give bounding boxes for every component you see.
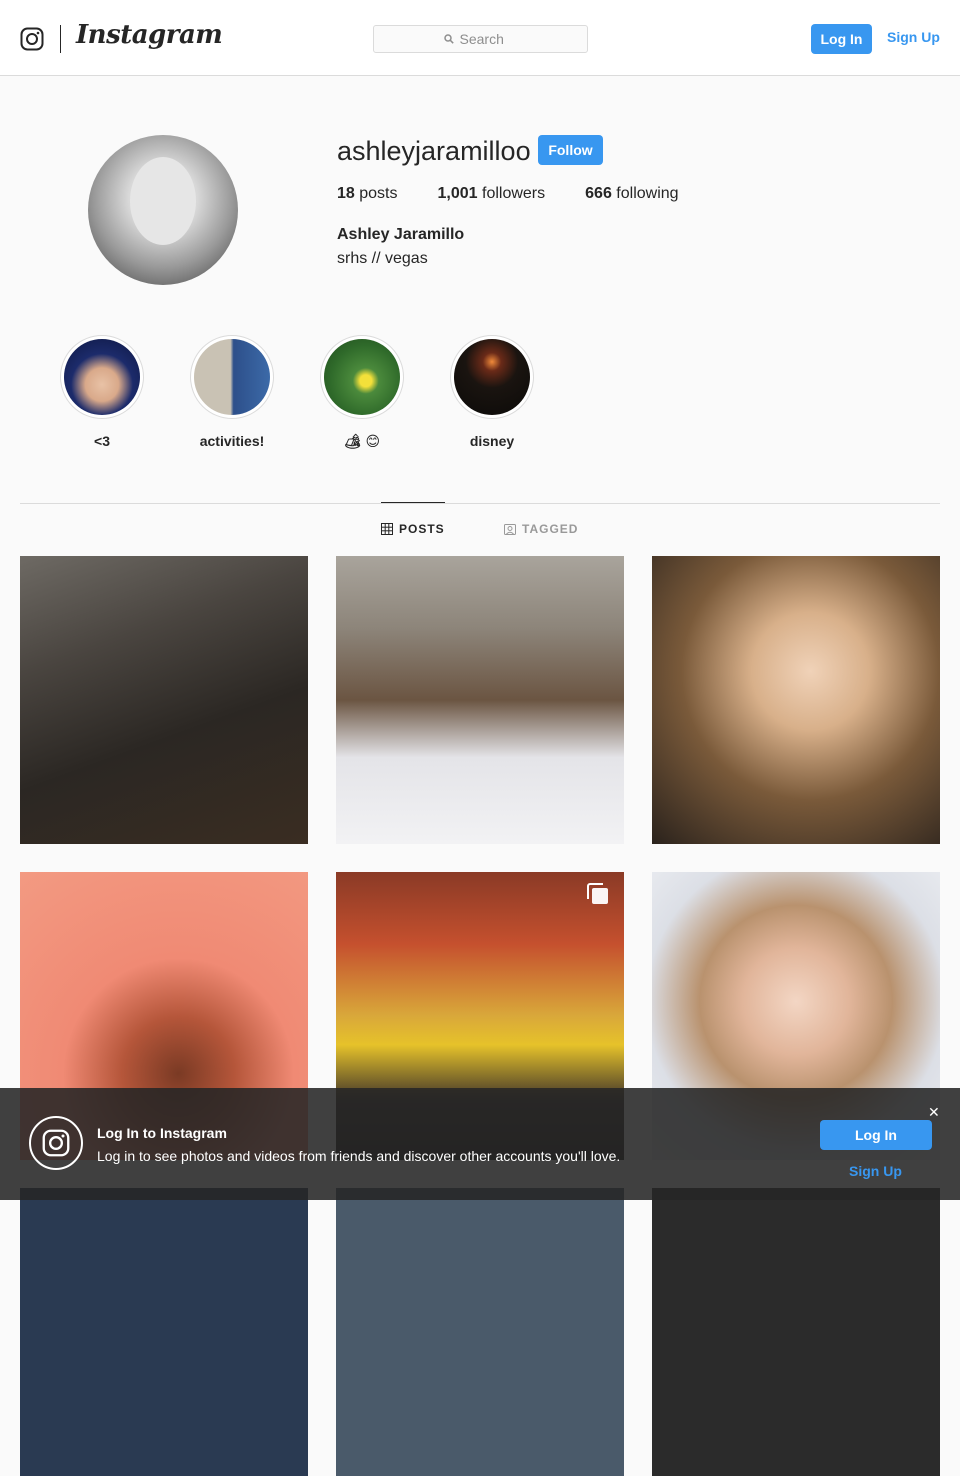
follow-button[interactable]: Follow (538, 135, 603, 165)
following-label: following (616, 185, 679, 202)
highlight-cover (454, 339, 530, 415)
instagram-wordmark[interactable]: Instagram (76, 20, 223, 50)
highlight-cover (324, 339, 400, 415)
tab-tagged-label: TAGGED (522, 522, 579, 536)
search-icon (443, 34, 454, 44)
profile-avatar[interactable] (88, 135, 238, 285)
highlight-label: activities! (199, 433, 265, 449)
posts-label: posts (359, 185, 398, 202)
highlight-ring (190, 335, 274, 419)
profile-username: ashleyjaramilloo (337, 136, 531, 166)
highlight-ring (320, 335, 404, 419)
highlight-cover (64, 339, 140, 415)
active-tab-indicator (381, 502, 445, 503)
close-icon[interactable]: ✕ (928, 1104, 940, 1121)
tab-posts[interactable]: POSTS (381, 522, 445, 536)
instagram-camera-icon (42, 1129, 70, 1157)
following-count: 666 (585, 185, 612, 202)
post-thumbnail[interactable] (652, 1188, 940, 1476)
highlight-ring (450, 335, 534, 419)
highlight-label: 🏕 😊 (343, 433, 381, 449)
highlight-cover (194, 339, 270, 415)
story-highlight[interactable]: activities! (188, 335, 276, 449)
banner-signup-link[interactable]: Sign Up (849, 1163, 902, 1179)
story-highlight[interactable]: 🏕 😊 (318, 335, 406, 450)
header-divider (60, 25, 61, 53)
highlight-label: <3 (94, 433, 110, 449)
highlight-label: disney (469, 433, 515, 449)
banner-description: Log in to see photos and videos from fri… (97, 1148, 621, 1164)
post-thumbnail[interactable] (20, 556, 308, 844)
profile-stats: 18 posts 1,001 followers 666 following (337, 185, 719, 203)
header-signup-link[interactable]: Sign Up (887, 29, 940, 45)
posts-count: 18 (337, 185, 355, 202)
post-thumbnail[interactable] (652, 556, 940, 844)
tab-posts-label: POSTS (399, 522, 445, 536)
post-thumbnail[interactable] (20, 1188, 308, 1476)
banner-login-button[interactable]: Log In (820, 1120, 932, 1150)
tab-tagged[interactable]: TAGGED (504, 522, 578, 536)
tabs-divider (20, 503, 940, 504)
following-stat[interactable]: 666 following (585, 185, 678, 203)
instagram-logo-icon (29, 1116, 83, 1170)
top-navigation-bar: Instagram Log In Sign Up (0, 0, 960, 76)
profile-full-name: Ashley Jaramillo (337, 226, 465, 243)
story-highlight[interactable]: disney (448, 335, 536, 449)
profile-bio: srhs // vegas (337, 250, 428, 267)
search-box[interactable] (373, 25, 588, 53)
followers-count: 1,001 (437, 185, 478, 202)
followers-label: followers (482, 185, 546, 202)
posts-stat: 18 posts (337, 185, 398, 203)
post-thumbnail[interactable] (336, 1188, 624, 1476)
story-highlight[interactable]: <3 (58, 335, 146, 449)
login-prompt-banner: Log In to Instagram Log in to see photos… (0, 1088, 960, 1200)
highlight-ring (60, 335, 144, 419)
grid-icon (381, 523, 393, 535)
post-thumbnail[interactable] (336, 556, 624, 844)
followers-stat[interactable]: 1,001 followers (438, 185, 546, 203)
search-input[interactable] (459, 31, 518, 47)
banner-title: Log In to Instagram (97, 1125, 227, 1141)
multiple-photos-icon (587, 883, 608, 904)
instagram-camera-icon[interactable] (20, 27, 44, 51)
header-login-button[interactable]: Log In (811, 24, 872, 54)
tagged-person-icon (504, 524, 516, 535)
avatar-face (130, 157, 196, 245)
